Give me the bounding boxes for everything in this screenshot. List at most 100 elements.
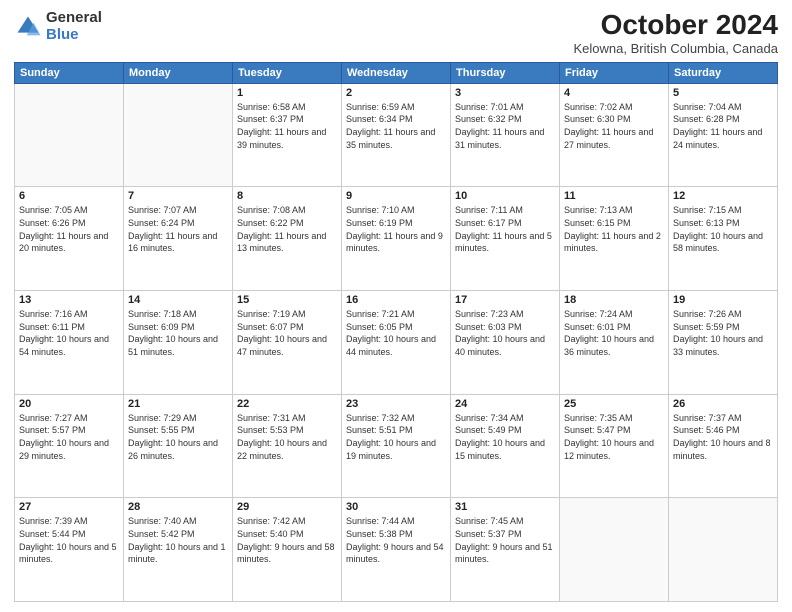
day-info: Sunrise: 7:42 AM Sunset: 5:40 PM Dayligh…	[237, 515, 337, 565]
day-number: 28	[128, 501, 228, 513]
day-info: Sunrise: 7:04 AM Sunset: 6:28 PM Dayligh…	[673, 101, 773, 151]
day-cell: 29 Sunrise: 7:42 AM Sunset: 5:40 PM Dayli…	[233, 498, 342, 602]
day-info: Sunrise: 7:26 AM Sunset: 5:59 PM Dayligh…	[673, 308, 773, 358]
day-info: Sunrise: 7:29 AM Sunset: 5:55 PM Dayligh…	[128, 412, 228, 462]
day-info: Sunrise: 7:27 AM Sunset: 5:57 PM Dayligh…	[19, 412, 119, 462]
day-cell: 19 Sunrise: 7:26 AM Sunset: 5:59 PM Dayli…	[669, 291, 778, 395]
week-row-2: 13Sunrise: 7:16 AM Sunset: 6:11 PM Dayli…	[15, 291, 778, 395]
day-number: 9	[346, 190, 446, 202]
day-info: Sunrise: 6:59 AM Sunset: 6:34 PM Dayligh…	[346, 101, 446, 151]
day-cell: 23 Sunrise: 7:32 AM Sunset: 5:51 PM Dayli…	[342, 394, 451, 498]
day-number: 7	[128, 190, 228, 202]
day-cell: 13Sunrise: 7:16 AM Sunset: 6:11 PM Dayli…	[15, 291, 124, 395]
day-header-monday: Monday	[124, 62, 233, 83]
day-number: 4	[564, 87, 664, 99]
day-number: 11	[564, 190, 664, 202]
logo: General Blue	[14, 10, 102, 43]
day-number: 21	[128, 398, 228, 410]
day-number: 12	[673, 190, 773, 202]
day-info: Sunrise: 7:19 AM Sunset: 6:07 PM Dayligh…	[237, 308, 337, 358]
month-title: October 2024	[574, 10, 779, 41]
day-number: 10	[455, 190, 555, 202]
day-cell	[15, 83, 124, 187]
day-number: 2	[346, 87, 446, 99]
week-row-0: 1Sunrise: 6:58 AM Sunset: 6:37 PM Daylig…	[15, 83, 778, 187]
day-cell: 7Sunrise: 7:07 AM Sunset: 6:24 PM Daylig…	[124, 187, 233, 291]
day-number: 26	[673, 398, 773, 410]
day-cell: 6Sunrise: 7:05 AM Sunset: 6:26 PM Daylig…	[15, 187, 124, 291]
day-header-friday: Friday	[560, 62, 669, 83]
day-cell	[560, 498, 669, 602]
day-number: 31	[455, 501, 555, 513]
day-number: 14	[128, 294, 228, 306]
day-info: Sunrise: 7:01 AM Sunset: 6:32 PM Dayligh…	[455, 101, 555, 151]
day-info: Sunrise: 7:05 AM Sunset: 6:26 PM Dayligh…	[19, 204, 119, 254]
day-info: Sunrise: 7:32 AM Sunset: 5:51 PM Dayligh…	[346, 412, 446, 462]
calendar: SundayMondayTuesdayWednesdayThursdayFrid…	[14, 62, 778, 602]
day-number: 22	[237, 398, 337, 410]
day-number: 16	[346, 294, 446, 306]
day-number: 30	[346, 501, 446, 513]
day-cell: 14 Sunrise: 7:18 AM Sunset: 6:09 PM Dayli…	[124, 291, 233, 395]
day-cell: 31 Sunrise: 7:45 AM Sunset: 5:37 PM Dayli…	[451, 498, 560, 602]
day-number: 29	[237, 501, 337, 513]
day-info: Sunrise: 7:02 AM Sunset: 6:30 PM Dayligh…	[564, 101, 664, 151]
day-cell: 26 Sunrise: 7:37 AM Sunset: 5:46 PM Dayli…	[669, 394, 778, 498]
title-block: October 2024 Kelowna, British Columbia, …	[574, 10, 779, 56]
day-info: Sunrise: 7:34 AM Sunset: 5:49 PM Dayligh…	[455, 412, 555, 462]
day-info: Sunrise: 7:13 AM Sunset: 6:15 PM Dayligh…	[564, 204, 664, 254]
day-info: Sunrise: 7:40 AM Sunset: 5:42 PM Dayligh…	[128, 515, 228, 565]
day-info: Sunrise: 7:08 AM Sunset: 6:22 PM Dayligh…	[237, 204, 337, 254]
day-cell: 17Sunrise: 7:23 AM Sunset: 6:03 PM Dayli…	[451, 291, 560, 395]
day-number: 19	[673, 294, 773, 306]
day-cell: 3 Sunrise: 7:01 AM Sunset: 6:32 PM Daylig…	[451, 83, 560, 187]
week-row-1: 6Sunrise: 7:05 AM Sunset: 6:26 PM Daylig…	[15, 187, 778, 291]
day-cell: 28 Sunrise: 7:40 AM Sunset: 5:42 PM Dayli…	[124, 498, 233, 602]
day-cell: 21 Sunrise: 7:29 AM Sunset: 5:55 PM Dayli…	[124, 394, 233, 498]
day-cell: 15 Sunrise: 7:19 AM Sunset: 6:07 PM Dayli…	[233, 291, 342, 395]
day-number: 17	[455, 294, 555, 306]
day-number: 18	[564, 294, 664, 306]
logo-general-text: General	[46, 10, 102, 27]
day-info: Sunrise: 7:18 AM Sunset: 6:09 PM Dayligh…	[128, 308, 228, 358]
day-cell: 24 Sunrise: 7:34 AM Sunset: 5:49 PM Dayli…	[451, 394, 560, 498]
day-cell: 2 Sunrise: 6:59 AM Sunset: 6:34 PM Daylig…	[342, 83, 451, 187]
day-number: 24	[455, 398, 555, 410]
day-header-tuesday: Tuesday	[233, 62, 342, 83]
day-cell: 18Sunrise: 7:24 AM Sunset: 6:01 PM Dayli…	[560, 291, 669, 395]
calendar-body: 1Sunrise: 6:58 AM Sunset: 6:37 PM Daylig…	[15, 83, 778, 601]
day-cell	[124, 83, 233, 187]
day-number: 8	[237, 190, 337, 202]
day-cell: 9Sunrise: 7:10 AM Sunset: 6:19 PM Daylig…	[342, 187, 451, 291]
day-cell: 11 Sunrise: 7:13 AM Sunset: 6:15 PM Dayli…	[560, 187, 669, 291]
day-cell: 1Sunrise: 6:58 AM Sunset: 6:37 PM Daylig…	[233, 83, 342, 187]
day-header-wednesday: Wednesday	[342, 62, 451, 83]
day-cell: 20 Sunrise: 7:27 AM Sunset: 5:57 PM Dayli…	[15, 394, 124, 498]
day-header-thursday: Thursday	[451, 62, 560, 83]
day-header-saturday: Saturday	[669, 62, 778, 83]
day-cell: 25 Sunrise: 7:35 AM Sunset: 5:47 PM Dayli…	[560, 394, 669, 498]
day-info: Sunrise: 7:37 AM Sunset: 5:46 PM Dayligh…	[673, 412, 773, 462]
day-cell: 12Sunrise: 7:15 AM Sunset: 6:13 PM Dayli…	[669, 187, 778, 291]
day-info: Sunrise: 7:44 AM Sunset: 5:38 PM Dayligh…	[346, 515, 446, 565]
day-number: 3	[455, 87, 555, 99]
day-cell: 10Sunrise: 7:11 AM Sunset: 6:17 PM Dayli…	[451, 187, 560, 291]
location: Kelowna, British Columbia, Canada	[574, 41, 779, 56]
day-cell: 8 Sunrise: 7:08 AM Sunset: 6:22 PM Daylig…	[233, 187, 342, 291]
day-number: 27	[19, 501, 119, 513]
day-number: 23	[346, 398, 446, 410]
day-info: Sunrise: 7:35 AM Sunset: 5:47 PM Dayligh…	[564, 412, 664, 462]
day-number: 25	[564, 398, 664, 410]
day-cell: 22Sunrise: 7:31 AM Sunset: 5:53 PM Dayli…	[233, 394, 342, 498]
day-number: 20	[19, 398, 119, 410]
day-info: Sunrise: 7:16 AM Sunset: 6:11 PM Dayligh…	[19, 308, 119, 358]
week-row-4: 27Sunrise: 7:39 AM Sunset: 5:44 PM Dayli…	[15, 498, 778, 602]
day-info: Sunrise: 6:58 AM Sunset: 6:37 PM Dayligh…	[237, 101, 337, 151]
day-cell: 30 Sunrise: 7:44 AM Sunset: 5:38 PM Dayli…	[342, 498, 451, 602]
day-info: Sunrise: 7:21 AM Sunset: 6:05 PM Dayligh…	[346, 308, 446, 358]
day-cell	[669, 498, 778, 602]
calendar-header-row: SundayMondayTuesdayWednesdayThursdayFrid…	[15, 62, 778, 83]
day-cell: 27Sunrise: 7:39 AM Sunset: 5:44 PM Dayli…	[15, 498, 124, 602]
day-number: 15	[237, 294, 337, 306]
day-info: Sunrise: 7:45 AM Sunset: 5:37 PM Dayligh…	[455, 515, 555, 565]
